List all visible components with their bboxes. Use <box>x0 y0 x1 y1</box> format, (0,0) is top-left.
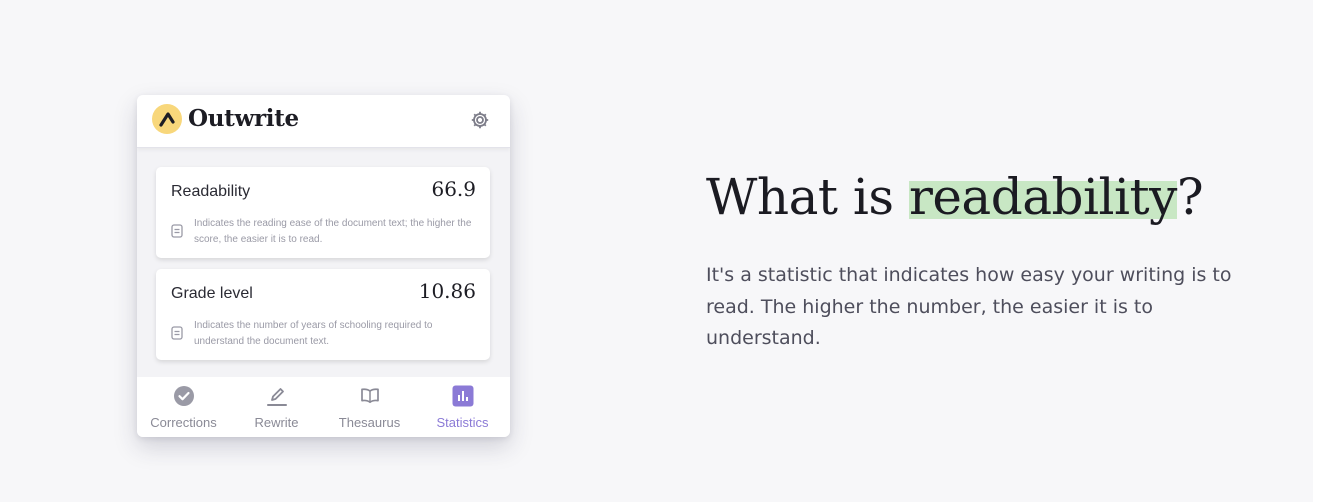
metric-description: Indicates the reading ease of the docume… <box>194 218 472 245</box>
metric-description: Indicates the number of years of schooli… <box>194 320 433 347</box>
metric-label: Grade level <box>171 285 253 302</box>
nav-item-corrections[interactable]: Corrections <box>137 377 230 437</box>
metric-value: 66.9 <box>431 177 476 201</box>
metric-card-readability: Readability 66.9 Indicates the reading e… <box>156 167 490 258</box>
outwrite-logo-icon <box>152 104 182 134</box>
pencil-icon <box>266 385 288 407</box>
nav-label: Corrections <box>150 415 217 430</box>
bottom-nav: Corrections Rewrite Thesaurus Statistics <box>137 377 510 437</box>
scrollbar-track <box>1313 0 1321 502</box>
headline-prefix: What is <box>706 168 909 226</box>
hero-description: It's a statistic that indicates how easy… <box>706 264 1232 349</box>
nav-label: Rewrite <box>254 415 299 430</box>
gear-icon[interactable] <box>470 110 490 130</box>
outwrite-widget: Outwrite Readability 66.9 Indicates the … <box>137 95 510 437</box>
metric-value: 10.86 <box>418 279 476 303</box>
book-icon <box>359 385 381 407</box>
nav-item-thesaurus[interactable]: Thesaurus <box>323 377 416 437</box>
bar-chart-icon <box>452 385 474 407</box>
nav-label: Statistics <box>436 415 489 430</box>
page-title: What is readability? <box>706 168 1204 226</box>
nav-item-statistics[interactable]: Statistics <box>416 377 509 437</box>
metric-card-grade-level: Grade level 10.86 Indicates the number o… <box>156 269 490 360</box>
document-icon <box>171 326 183 340</box>
headline-suffix: ? <box>1176 168 1204 226</box>
nav-item-rewrite[interactable]: Rewrite <box>230 377 323 437</box>
metric-label: Readability <box>171 183 251 200</box>
nav-label: Thesaurus <box>338 415 401 430</box>
document-icon <box>171 224 183 238</box>
brand-name: Outwrite <box>188 105 299 132</box>
widget-header: Outwrite <box>137 95 510 148</box>
check-circle-icon <box>173 385 195 407</box>
headline-highlight: readability <box>908 168 1177 226</box>
